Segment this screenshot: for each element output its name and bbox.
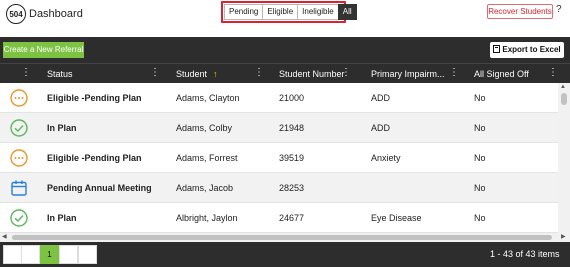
grid-header: ⋮ Status ⋮ Student ↑ ⋮ Student Number ⋮ P… xyxy=(0,63,570,83)
pager-next-button[interactable] xyxy=(59,245,78,264)
status-cell: In Plan xyxy=(47,123,77,133)
column-menu-icon[interactable]: ⋮ xyxy=(449,64,459,84)
filter-pending-button[interactable]: Pending xyxy=(224,4,264,20)
vertical-scrollbar[interactable]: ▲ xyxy=(558,83,570,233)
student-cell: Adams, Forrest xyxy=(176,153,238,163)
column-header-student[interactable]: Student ↑ xyxy=(176,64,218,84)
student-number-cell: 21948 xyxy=(279,123,305,133)
signed-off-cell: No xyxy=(474,123,486,133)
impairment-cell: Anxiety xyxy=(371,153,401,163)
signed-off-cell: No xyxy=(474,183,486,193)
help-icon[interactable]: ? xyxy=(556,4,562,15)
impairment-cell: Eye Disease xyxy=(371,213,422,223)
table-row[interactable]: In Plan Albright, Jaylon 24677 Eye Disea… xyxy=(0,203,558,233)
impairment-cell: ADD xyxy=(371,93,391,103)
status-cell: In Plan xyxy=(47,213,77,223)
pager-last-button[interactable] xyxy=(78,245,97,264)
grid-body: Eligible -Pending Plan Adams, Clayton 21… xyxy=(0,83,558,233)
column-header-status[interactable]: Status xyxy=(47,64,73,84)
column-menu-icon[interactable]: ⋮ xyxy=(254,64,264,84)
horizontal-scrollbar[interactable]: ◀ ▶ xyxy=(0,233,570,242)
page-title: Dashboard xyxy=(29,8,83,20)
student-cell: Adams, Colby xyxy=(176,123,233,133)
grid-toolbar: Create a New Referral Export to Excel xyxy=(0,37,570,63)
column-header-student-number[interactable]: Student Number xyxy=(279,64,345,84)
row-menu-icon[interactable]: ⋮ xyxy=(21,64,31,84)
export-label: Export to Excel xyxy=(502,45,561,54)
student-cell: Albright, Jaylon xyxy=(176,213,238,223)
app-header: 504 Dashboard Pending Eligible Ineligibl… xyxy=(0,0,570,36)
app-logo: 504 xyxy=(6,4,26,24)
column-menu-icon[interactable]: ⋮ xyxy=(341,64,351,84)
signed-off-cell: No xyxy=(474,93,486,103)
impairment-cell: ADD xyxy=(371,123,391,133)
check-circle-icon[interactable] xyxy=(10,209,28,227)
pending-icon[interactable] xyxy=(10,89,28,107)
student-number-cell: 21000 xyxy=(279,93,305,103)
export-icon xyxy=(493,45,501,53)
export-excel-button[interactable]: Export to Excel xyxy=(490,42,564,58)
table-row[interactable]: Pending Annual Meeting Adams, Jacob 2825… xyxy=(0,173,558,203)
student-cell: Adams, Clayton xyxy=(176,93,240,103)
recover-students-button[interactable]: Recover Students xyxy=(487,4,553,19)
table-row[interactable]: Eligible -Pending Plan Adams, Clayton 21… xyxy=(0,83,558,113)
pager-page-button[interactable]: 1 xyxy=(40,245,59,264)
status-cell: Eligible -Pending Plan xyxy=(47,93,142,103)
student-number-cell: 28253 xyxy=(279,183,305,193)
students-grid: Create a New Referral Export to Excel ⋮ … xyxy=(0,37,570,267)
create-referral-button[interactable]: Create a New Referral xyxy=(3,42,84,58)
column-menu-icon[interactable]: ⋮ xyxy=(150,64,160,84)
filter-all-button[interactable]: All xyxy=(337,4,357,20)
pager-prev-button[interactable] xyxy=(21,245,40,264)
student-number-cell: 39519 xyxy=(279,153,305,163)
horizontal-scroll-thumb[interactable] xyxy=(12,235,552,240)
vertical-scroll-thumb[interactable] xyxy=(561,93,567,105)
table-row[interactable]: In Plan Adams, Colby 21948 ADD No xyxy=(0,113,558,143)
column-menu-icon[interactable]: ⋮ xyxy=(548,64,558,84)
sort-ascending-icon: ↑ xyxy=(213,69,218,79)
status-cell: Eligible -Pending Plan xyxy=(47,153,142,163)
student-number-cell: 24677 xyxy=(279,213,305,223)
status-cell: Pending Annual Meeting xyxy=(47,183,152,193)
scroll-right-icon[interactable]: ▶ xyxy=(561,233,566,240)
scroll-up-icon[interactable]: ▲ xyxy=(560,84,566,90)
status-filter-group: Pending Eligible Ineligible All xyxy=(224,4,357,20)
table-row[interactable]: Eligible -Pending Plan Adams, Forrest 39… xyxy=(0,143,558,173)
column-header-primary-impairment[interactable]: Primary Impairm... xyxy=(371,64,445,84)
pending-icon[interactable] xyxy=(10,149,28,167)
signed-off-cell: No xyxy=(474,213,486,223)
filter-eligible-button[interactable]: Eligible xyxy=(262,4,299,20)
pager-first-button[interactable] xyxy=(3,245,22,264)
grid-pager: 1 1 - 43 of 43 items xyxy=(0,242,570,267)
pager-info: 1 - 43 of 43 items xyxy=(490,249,560,259)
calendar-icon[interactable] xyxy=(10,179,28,197)
student-cell: Adams, Jacob xyxy=(176,183,234,193)
column-header-all-signed-off[interactable]: All Signed Off xyxy=(474,64,529,84)
scroll-left-icon[interactable]: ◀ xyxy=(2,233,7,240)
filter-ineligible-button[interactable]: Ineligible xyxy=(297,4,339,20)
dashboard-screen: 504 Dashboard Pending Eligible Ineligibl… xyxy=(0,0,570,267)
signed-off-cell: No xyxy=(474,153,486,163)
column-header-student-label: Student xyxy=(176,69,208,79)
check-circle-icon[interactable] xyxy=(10,119,28,137)
